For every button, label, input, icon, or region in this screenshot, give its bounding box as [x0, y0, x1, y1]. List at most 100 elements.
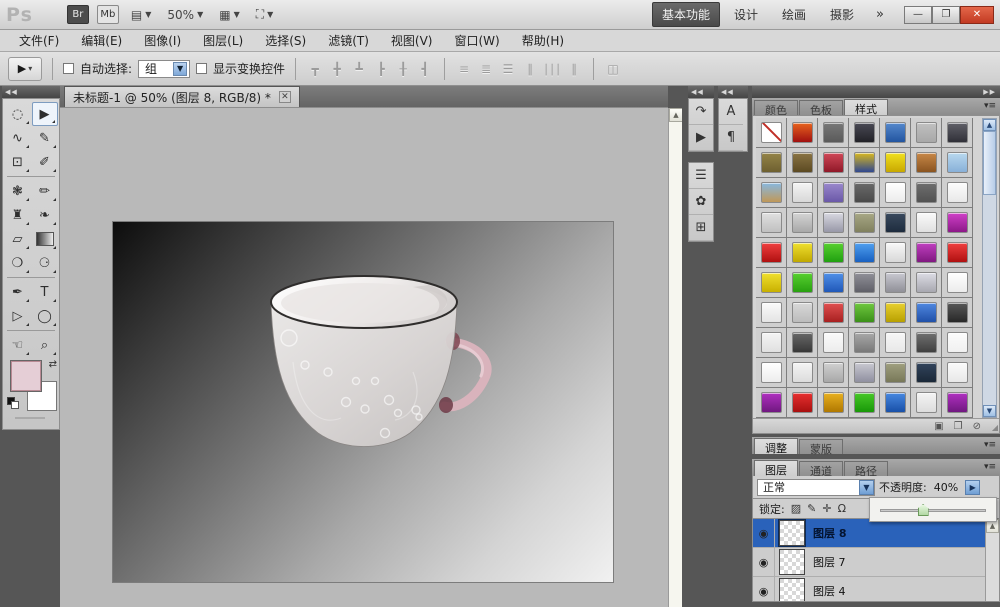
restore-button[interactable]: ❐	[932, 6, 960, 24]
adjustments-tab-蒙版[interactable]: 蒙版	[799, 439, 843, 454]
style-swatch-13[interactable]	[916, 152, 937, 173]
style-swatch-69[interactable]	[916, 392, 937, 413]
brush-tool-icon[interactable]: ✏	[32, 179, 58, 203]
crop-tool-icon[interactable]: ⊡	[5, 150, 31, 174]
workspace-button-绘画[interactable]: 绘画	[772, 2, 816, 27]
style-swatch-44[interactable]	[792, 302, 813, 323]
screen-mode-button[interactable]: ⛶ ▼	[252, 7, 278, 22]
style-swatch-49[interactable]	[947, 302, 968, 323]
layers-tab-图层[interactable]: 图层	[754, 460, 798, 476]
layers-tab-路径[interactable]: 路径	[844, 461, 888, 476]
menu-文件(F)[interactable]: 文件(F)	[8, 30, 70, 51]
style-swatch-45[interactable]	[823, 302, 844, 323]
layer-row[interactable]: ◉图层 8	[753, 519, 999, 548]
eraser-tool-icon[interactable]: ▱	[5, 227, 31, 251]
document-canvas[interactable]	[113, 222, 613, 582]
style-swatch-4[interactable]	[854, 122, 875, 143]
elliptical-marquee-tool-icon[interactable]: ◌	[5, 102, 31, 126]
style-swatch-11[interactable]	[854, 152, 875, 173]
style-swatch-10[interactable]	[823, 152, 844, 173]
move-tool-icon[interactable]: ▶	[32, 102, 58, 126]
history-brush-tool-icon[interactable]: ❧	[32, 203, 58, 227]
panel-resize-handle[interactable]	[15, 417, 45, 419]
style-swatch-32[interactable]	[854, 242, 875, 263]
layer-visibility-eye-icon[interactable]: ◉	[753, 548, 775, 577]
document-tab[interactable]: 未标题-1 @ 50% (图层 8, RGB/8) * ✕	[64, 86, 300, 107]
style-swatch-56[interactable]	[947, 332, 968, 353]
workspace-button-基本功能[interactable]: 基本功能	[652, 2, 720, 27]
style-swatch-48[interactable]	[916, 302, 937, 323]
style-swatch-5[interactable]	[885, 122, 906, 143]
style-swatch-1[interactable]	[761, 122, 782, 143]
style-swatch-62[interactable]	[916, 362, 937, 383]
style-swatch-19[interactable]	[885, 182, 906, 203]
style-swatch-37[interactable]	[792, 272, 813, 293]
style-swatch-63[interactable]	[947, 362, 968, 383]
spot-healing-brush-tool-icon[interactable]: ❃	[5, 179, 31, 203]
blend-mode-select[interactable]: 正常 ▼	[757, 479, 875, 496]
style-swatch-2[interactable]	[792, 122, 813, 143]
lock-position-icon[interactable]: ✛	[822, 502, 831, 515]
minimize-button[interactable]: —	[904, 6, 932, 24]
style-swatch-50[interactable]	[761, 332, 782, 353]
style-swatch-3[interactable]	[823, 122, 844, 143]
strip-collapse-header[interactable]: ◀◀	[688, 86, 714, 98]
style-swatch-41[interactable]	[916, 272, 937, 293]
style-swatch-8[interactable]	[761, 152, 782, 173]
layer-row[interactable]: ◉图层 4	[753, 577, 999, 602]
style-swatch-27[interactable]	[916, 212, 937, 233]
style-swatch-54[interactable]	[885, 332, 906, 353]
quick-selection-tool-icon[interactable]: ✎	[32, 126, 58, 150]
styles-panel-header[interactable]: ▶▶	[752, 86, 1000, 98]
style-swatch-28[interactable]	[947, 212, 968, 233]
dodge-tool-icon[interactable]: ⚆	[32, 251, 58, 275]
workspace-button-摄影[interactable]: 摄影	[820, 2, 864, 27]
gradient-tool-icon[interactable]	[32, 227, 58, 251]
style-swatch-59[interactable]	[823, 362, 844, 383]
menu-图层(L)[interactable]: 图层(L)	[192, 30, 254, 51]
clear-style-icon[interactable]: ⊘	[973, 421, 981, 432]
style-swatch-47[interactable]	[885, 302, 906, 323]
style-swatch-6[interactable]	[916, 122, 937, 143]
view-extras-button[interactable]: ▤ ▼	[127, 8, 156, 22]
menu-选择(S)[interactable]: 选择(S)	[254, 30, 317, 51]
pen-tool-icon[interactable]: ✒	[5, 280, 31, 304]
style-swatch-46[interactable]	[854, 302, 875, 323]
style-swatch-34[interactable]	[916, 242, 937, 263]
foreground-color-swatch[interactable]	[11, 361, 41, 391]
style-swatch-24[interactable]	[823, 212, 844, 233]
style-swatch-33[interactable]	[885, 242, 906, 263]
style-swatch-38[interactable]	[823, 272, 844, 293]
panel-menu-icon[interactable]: ▾≡	[984, 101, 996, 111]
paragraph-panel-icon[interactable]: ¶	[719, 125, 743, 151]
lasso-tool-icon[interactable]: ∿	[5, 126, 31, 150]
style-swatch-65[interactable]	[792, 392, 813, 413]
style-swatch-21[interactable]	[947, 182, 968, 203]
style-swatch-36[interactable]	[761, 272, 782, 293]
tool-preset-button[interactable]: ▶ ▾	[8, 57, 42, 81]
default-colors-icon[interactable]	[7, 397, 19, 409]
style-swatch-18[interactable]	[854, 182, 875, 203]
opacity-slider-track[interactable]	[880, 509, 986, 512]
animation-panel-icon[interactable]: ⊞	[689, 215, 713, 241]
layer-visibility-eye-icon[interactable]: ◉	[753, 519, 775, 548]
style-swatch-30[interactable]	[792, 242, 813, 263]
scroll-up-icon[interactable]: ▲	[983, 119, 996, 131]
style-swatch-42[interactable]	[947, 272, 968, 293]
style-swatch-31[interactable]	[823, 242, 844, 263]
character-panel-icon[interactable]: A	[719, 99, 743, 125]
layers-scrollbar[interactable]: ▲	[985, 519, 999, 602]
layer-thumbnail[interactable]	[779, 578, 805, 602]
panel-menu-icon[interactable]: ▾≡	[984, 440, 996, 450]
style-swatch-51[interactable]	[792, 332, 813, 353]
styles-tab-颜色[interactable]: 颜色	[754, 100, 798, 115]
menu-视图(V)[interactable]: 视图(V)	[380, 30, 444, 51]
style-swatch-12[interactable]	[885, 152, 906, 173]
style-swatch-40[interactable]	[885, 272, 906, 293]
style-swatch-9[interactable]	[792, 152, 813, 173]
style-swatch-60[interactable]	[854, 362, 875, 383]
style-swatch-17[interactable]	[823, 182, 844, 203]
style-swatch-7[interactable]	[947, 122, 968, 143]
scroll-up-icon[interactable]: ▲	[669, 108, 683, 122]
hand-tool-icon[interactable]: ☜	[5, 333, 31, 357]
